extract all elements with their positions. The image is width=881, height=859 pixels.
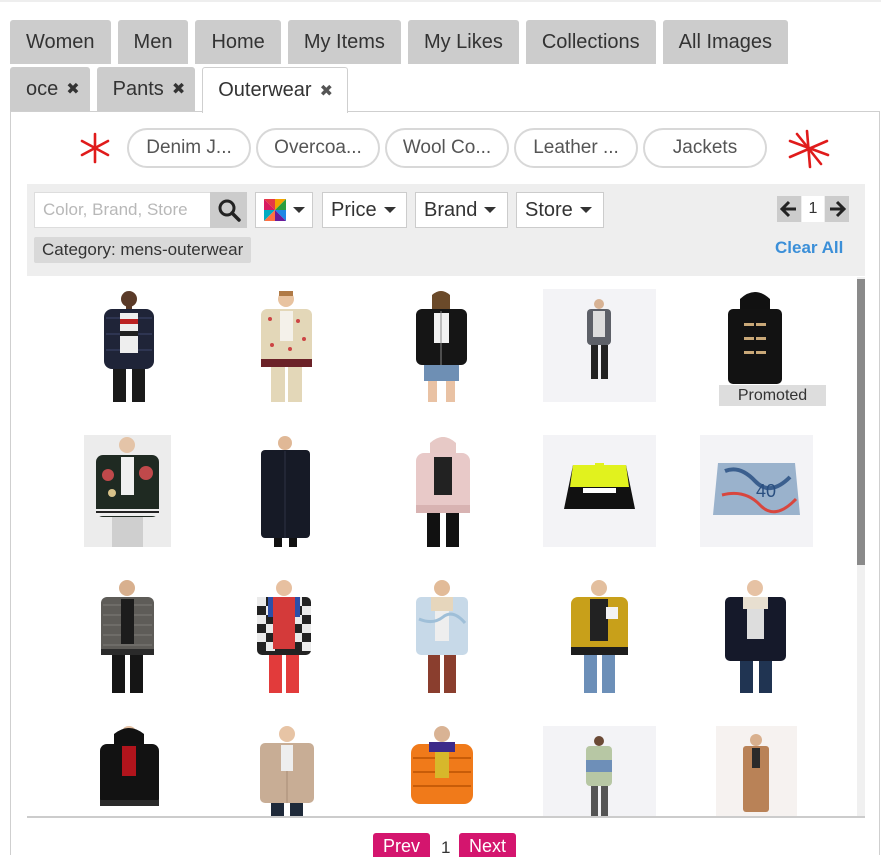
active-filter-tag[interactable]: Category: mens-outerwear (34, 237, 252, 263)
dropdown-label: Brand (424, 198, 478, 221)
dropdown-label: Price (331, 198, 377, 221)
pill-label: Leather ... (533, 137, 619, 158)
current-page: 1 (802, 196, 824, 222)
product-image[interactable] (84, 435, 171, 547)
next-page-button[interactable] (825, 196, 849, 222)
tab-my-items[interactable]: My Items (287, 20, 401, 64)
next-button[interactable]: Next (459, 833, 517, 857)
chevron-down-icon (579, 207, 592, 213)
product-image[interactable] (568, 579, 631, 693)
product-image[interactable] (723, 579, 788, 693)
svg-text:40: 40 (756, 481, 776, 501)
color-filter-dropdown[interactable] (255, 192, 313, 228)
dropdown-label: Store (525, 198, 573, 221)
tab-collections[interactable]: Collections (525, 20, 656, 64)
tab-men[interactable]: Men (117, 20, 189, 64)
subcategory-pill[interactable]: Leather ... (514, 128, 638, 168)
tab-home[interactable]: Home (195, 20, 281, 64)
tab-label: Home (211, 30, 265, 53)
product-image[interactable] (258, 726, 316, 816)
tab-my-likes[interactable]: My Likes (407, 20, 519, 64)
product-image[interactable] (543, 289, 656, 402)
open-category-tabs: oce ✖ Pants ✖ Outerwear ✖ (10, 67, 348, 113)
main-nav-tabs: Women Men Home My Items My Likes Collect… (10, 20, 789, 64)
store-filter-dropdown[interactable]: Store (516, 192, 604, 228)
tab-all-images[interactable]: All Images (662, 20, 789, 64)
red-star-icon[interactable] (78, 131, 112, 165)
tab-label: All Images (678, 30, 773, 53)
tab-label: Pants (112, 77, 164, 100)
close-icon[interactable]: ✖ (66, 79, 79, 99)
price-filter-dropdown[interactable]: Price (322, 192, 407, 228)
product-image[interactable] (413, 579, 471, 693)
product-image[interactable] (99, 579, 156, 693)
product-image[interactable] (255, 579, 313, 693)
search-button[interactable] (210, 192, 247, 228)
subcategory-pill[interactable]: Overcoa... (256, 128, 380, 168)
subcategory-pill[interactable]: Jackets (643, 128, 767, 168)
pill-label: Jackets (672, 137, 738, 158)
scrollbar-thumb[interactable] (857, 279, 865, 565)
subcategory-pill[interactable]: Wool Co... (385, 128, 509, 168)
page-number: 1 (441, 838, 451, 857)
product-image[interactable]: 40 (700, 435, 813, 547)
tab-label: Men (133, 30, 173, 53)
tab-label: Women (26, 30, 95, 53)
prev-button[interactable]: Prev (373, 833, 431, 857)
red-star-icon[interactable] (787, 129, 831, 169)
pill-label: Wool Co... (402, 137, 492, 158)
pill-label: Denim J... (146, 137, 232, 158)
search-icon (218, 199, 241, 222)
tab-label: My Likes (423, 30, 503, 53)
tab-label: Outerwear (218, 79, 312, 101)
chevron-down-icon (293, 207, 305, 213)
close-icon[interactable]: ✖ (172, 79, 185, 99)
tab-oce[interactable]: oce ✖ (10, 67, 90, 111)
tab-label: Collections (541, 30, 640, 53)
clear-all-link[interactable]: Clear All (775, 238, 843, 258)
product-image[interactable] (716, 726, 797, 816)
product-image[interactable] (722, 289, 788, 384)
product-image[interactable] (543, 435, 656, 547)
product-image[interactable] (412, 435, 474, 547)
tab-label: My Items (303, 30, 385, 53)
subcategory-pill[interactable]: Denim J... (127, 128, 251, 168)
tab-women[interactable]: Women (10, 20, 111, 64)
arrow-left-icon (780, 200, 796, 218)
product-image[interactable] (258, 289, 315, 402)
search-input[interactable] (34, 192, 210, 228)
product-image[interactable] (414, 289, 469, 402)
promoted-badge: Promoted (719, 385, 826, 406)
product-image[interactable] (409, 726, 475, 816)
brand-filter-dropdown[interactable]: Brand (415, 192, 508, 228)
tab-outerwear[interactable]: Outerwear ✖ (202, 67, 348, 113)
pill-label: Overcoa... (274, 137, 362, 158)
close-icon[interactable]: ✖ (320, 81, 333, 101)
product-image[interactable] (100, 289, 158, 402)
product-image[interactable] (98, 726, 161, 816)
arrow-right-icon (830, 200, 846, 218)
tab-pants[interactable]: Pants ✖ (96, 67, 196, 111)
product-image[interactable] (543, 726, 656, 816)
color-swatch-icon (264, 199, 286, 221)
product-image[interactable] (258, 435, 313, 547)
chevron-down-icon (383, 207, 396, 213)
tab-label: oce (26, 77, 59, 100)
chevron-down-icon (484, 207, 497, 213)
prev-page-button[interactable] (777, 196, 801, 222)
grid-divider (27, 816, 865, 818)
